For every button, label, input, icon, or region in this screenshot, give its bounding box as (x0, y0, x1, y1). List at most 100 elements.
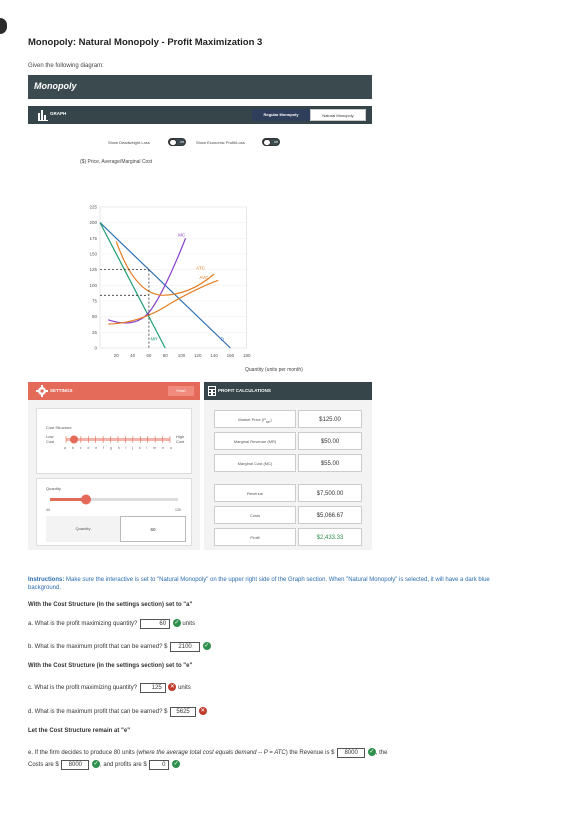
slider-tick (169, 436, 171, 443)
y-tick-label: 150 (89, 251, 97, 256)
instructions-text: Make sure the interactive is set to "Nat… (28, 577, 490, 591)
cost-structure-slider[interactable] (62, 432, 174, 458)
cost-letter: m (153, 446, 157, 450)
slider-tick (162, 436, 163, 443)
x-tick-label: 160 (227, 353, 235, 358)
check-icon: ✓ (202, 642, 211, 651)
deadweight-switch[interactable]: Off (168, 138, 186, 146)
instructions-bold: Instructions: (28, 577, 65, 583)
avc-label: AVC (199, 275, 209, 280)
slider-tick (95, 436, 97, 443)
x-tick-label: 60 (146, 353, 152, 358)
question-d-text: d. What is the maximum profit that can b… (28, 709, 168, 715)
question-e-costs-pre: Costs are $ (28, 762, 59, 768)
mc-label: MC (178, 232, 186, 237)
cost-letter: c (79, 446, 82, 450)
question-c: c. What is the profit maximizing quantit… (28, 683, 191, 693)
slider-tick (87, 436, 89, 443)
y-tick-label: 100 (89, 283, 97, 288)
cost-letter: i (125, 446, 127, 450)
cross-icon: ✕ (168, 683, 177, 692)
answer-a-input[interactable]: 60 (140, 619, 171, 629)
section-2-heading: With the Cost Structure (in the settings… (28, 663, 193, 669)
question-e-profit-pre: , and profits are $ (100, 762, 147, 768)
bar-chart-icon (38, 110, 48, 121)
question-e-post: , the (375, 750, 388, 756)
check-icon: ✓ (172, 619, 181, 628)
x-tick-label: 180 (243, 353, 251, 358)
y-tick-label: 75 (92, 298, 98, 303)
slider-tick (154, 436, 156, 443)
question-d: d. What is the maximum profit that can b… (28, 707, 207, 717)
answer-b-input[interactable]: 2100 (170, 642, 201, 652)
slider-tick (102, 436, 104, 443)
cross-icon: ✕ (198, 707, 207, 716)
reset-button[interactable]: Reset (168, 386, 194, 396)
section-1-heading: With the Cost Structure (in the settings… (28, 602, 193, 608)
low-cost-label: Low Cost (46, 434, 55, 444)
cost-letter: l (146, 446, 148, 450)
answer-d-input[interactable]: 5625 (170, 707, 197, 717)
marginal-cost-label: Marginal Cost (MC) (214, 454, 296, 472)
y-tick-label: 200 (89, 220, 97, 225)
revenue-value: $7,500.00 (298, 484, 362, 502)
check-icon: ✓ (92, 760, 101, 769)
market-price-tail: ) (270, 417, 272, 422)
costs-label: Costs (214, 506, 296, 524)
cost-letter: f (103, 446, 105, 450)
answer-e-profit[interactable]: 0 (149, 760, 170, 770)
quantity-min: 40 (46, 508, 50, 512)
cost-structure-label: Cost Structure (46, 425, 72, 430)
y-tick-label: 0 (94, 346, 97, 351)
graph-label: GRAPH (50, 111, 67, 116)
settings-bar: SETTINGS Reset (28, 382, 200, 400)
slider-tick (110, 436, 111, 443)
answer-e-revenue[interactable]: 8000 (337, 748, 366, 758)
x-tick-label: 100 (178, 353, 186, 358)
slider-handle[interactable] (70, 435, 78, 444)
cost-curve-chart: 225 200 175 150 125 100 75 50 25 0 20 40 60 80 100 120 1… (89, 204, 251, 358)
answer-e-costs[interactable]: 8000 (61, 760, 90, 770)
calculator-icon (208, 386, 216, 396)
show-econ-label: Show Economic Profit/Loss (196, 140, 245, 145)
cost-letter: k (138, 446, 141, 450)
slider-tick (132, 436, 134, 443)
cost-letter: h (117, 446, 120, 450)
quantity-slider[interactable] (46, 493, 182, 507)
slider-tick (125, 436, 126, 443)
quantity-label: Quantity (46, 486, 61, 491)
profit-value: $2,433.33 (298, 528, 362, 546)
question-b: b. What is the maximum profit that can b… (28, 642, 211, 652)
switch-off-text: Off (274, 140, 278, 144)
x-tick-label: 80 (163, 353, 169, 358)
plot-area (99, 206, 247, 349)
cost-letter: b (71, 446, 74, 450)
question-a: a. What is the profit maximizing quantit… (28, 619, 195, 629)
instructions: Instructions: Make sure the interactive … (28, 576, 498, 592)
cost-letter: n (162, 446, 164, 450)
x-tick-label: 120 (194, 353, 202, 358)
answer-c-input[interactable]: 125 (139, 683, 166, 693)
revenue-label: Revenue (214, 484, 296, 502)
question-e-italic: where the average total cost equals dema… (138, 750, 286, 756)
switch-off-text: Off (180, 140, 184, 144)
toggle-natural-monopoly[interactable]: Natural Monopoly (310, 109, 366, 121)
quantity-max: 120 (175, 508, 181, 512)
mr-label: MR (151, 336, 159, 341)
x-axis-title: Quantity (units per month) (245, 367, 303, 373)
profit-bar: PROFIT CALCULATIONS (204, 382, 372, 400)
x-tick-label: 40 (130, 353, 136, 358)
toggle-regular-monopoly[interactable]: Regular Monopoly (252, 109, 310, 121)
x-tick-label: 20 (114, 353, 120, 358)
econ-switch[interactable]: Off (262, 138, 280, 146)
quantity-slider-handle[interactable] (81, 494, 91, 505)
market-price-text: Market Price (P (238, 417, 266, 422)
quantity-input[interactable]: 60 (120, 516, 186, 542)
settings-label: SETTINGS (50, 388, 73, 393)
slider-tick (65, 436, 67, 443)
cost-letters: a b c d e fg h i jk l m n o (64, 446, 172, 450)
question-e-mid: ) the Revenue is $ (285, 750, 335, 756)
y-axis-title: ($) Price, Average/Marginal Cost (80, 159, 153, 165)
y-tick-label: 175 (89, 236, 97, 241)
show-deadweight-label: Show Deadweight Loss (108, 140, 150, 145)
